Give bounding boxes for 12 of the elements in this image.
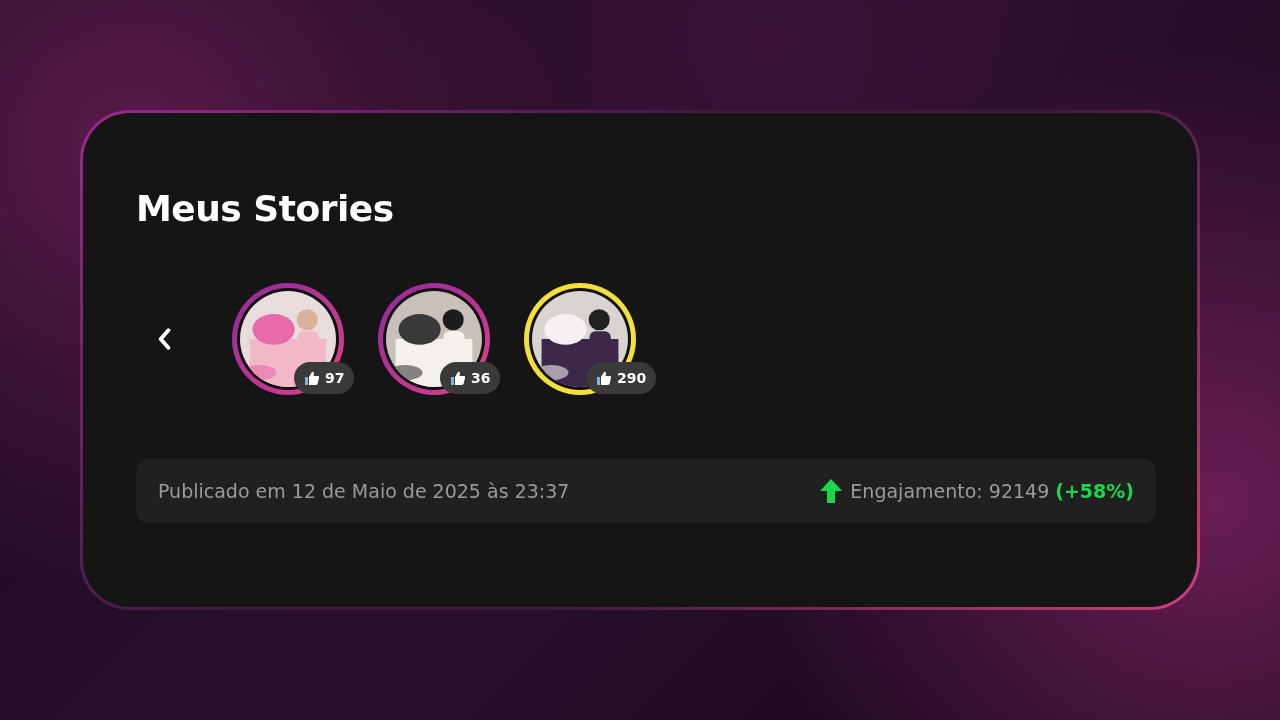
title: Meus Stories: [136, 191, 395, 227]
thumbs-up-icon: [450, 370, 466, 386]
thumbs-up-icon: [596, 370, 612, 386]
chevron-left-icon: [157, 328, 171, 350]
likes-count: 290: [617, 368, 647, 388]
engagement-value: Engajamento: 92149: [850, 478, 1050, 504]
likes-count: 36: [471, 368, 491, 388]
likes-count: 97: [325, 368, 345, 388]
published-date: Publicado em 12 de Maio de 2025 às 23:37: [158, 478, 570, 504]
arrow-up-icon: [818, 478, 845, 504]
thumbs-up-icon: [304, 370, 320, 386]
engagement-change: (+58%): [1055, 478, 1134, 504]
